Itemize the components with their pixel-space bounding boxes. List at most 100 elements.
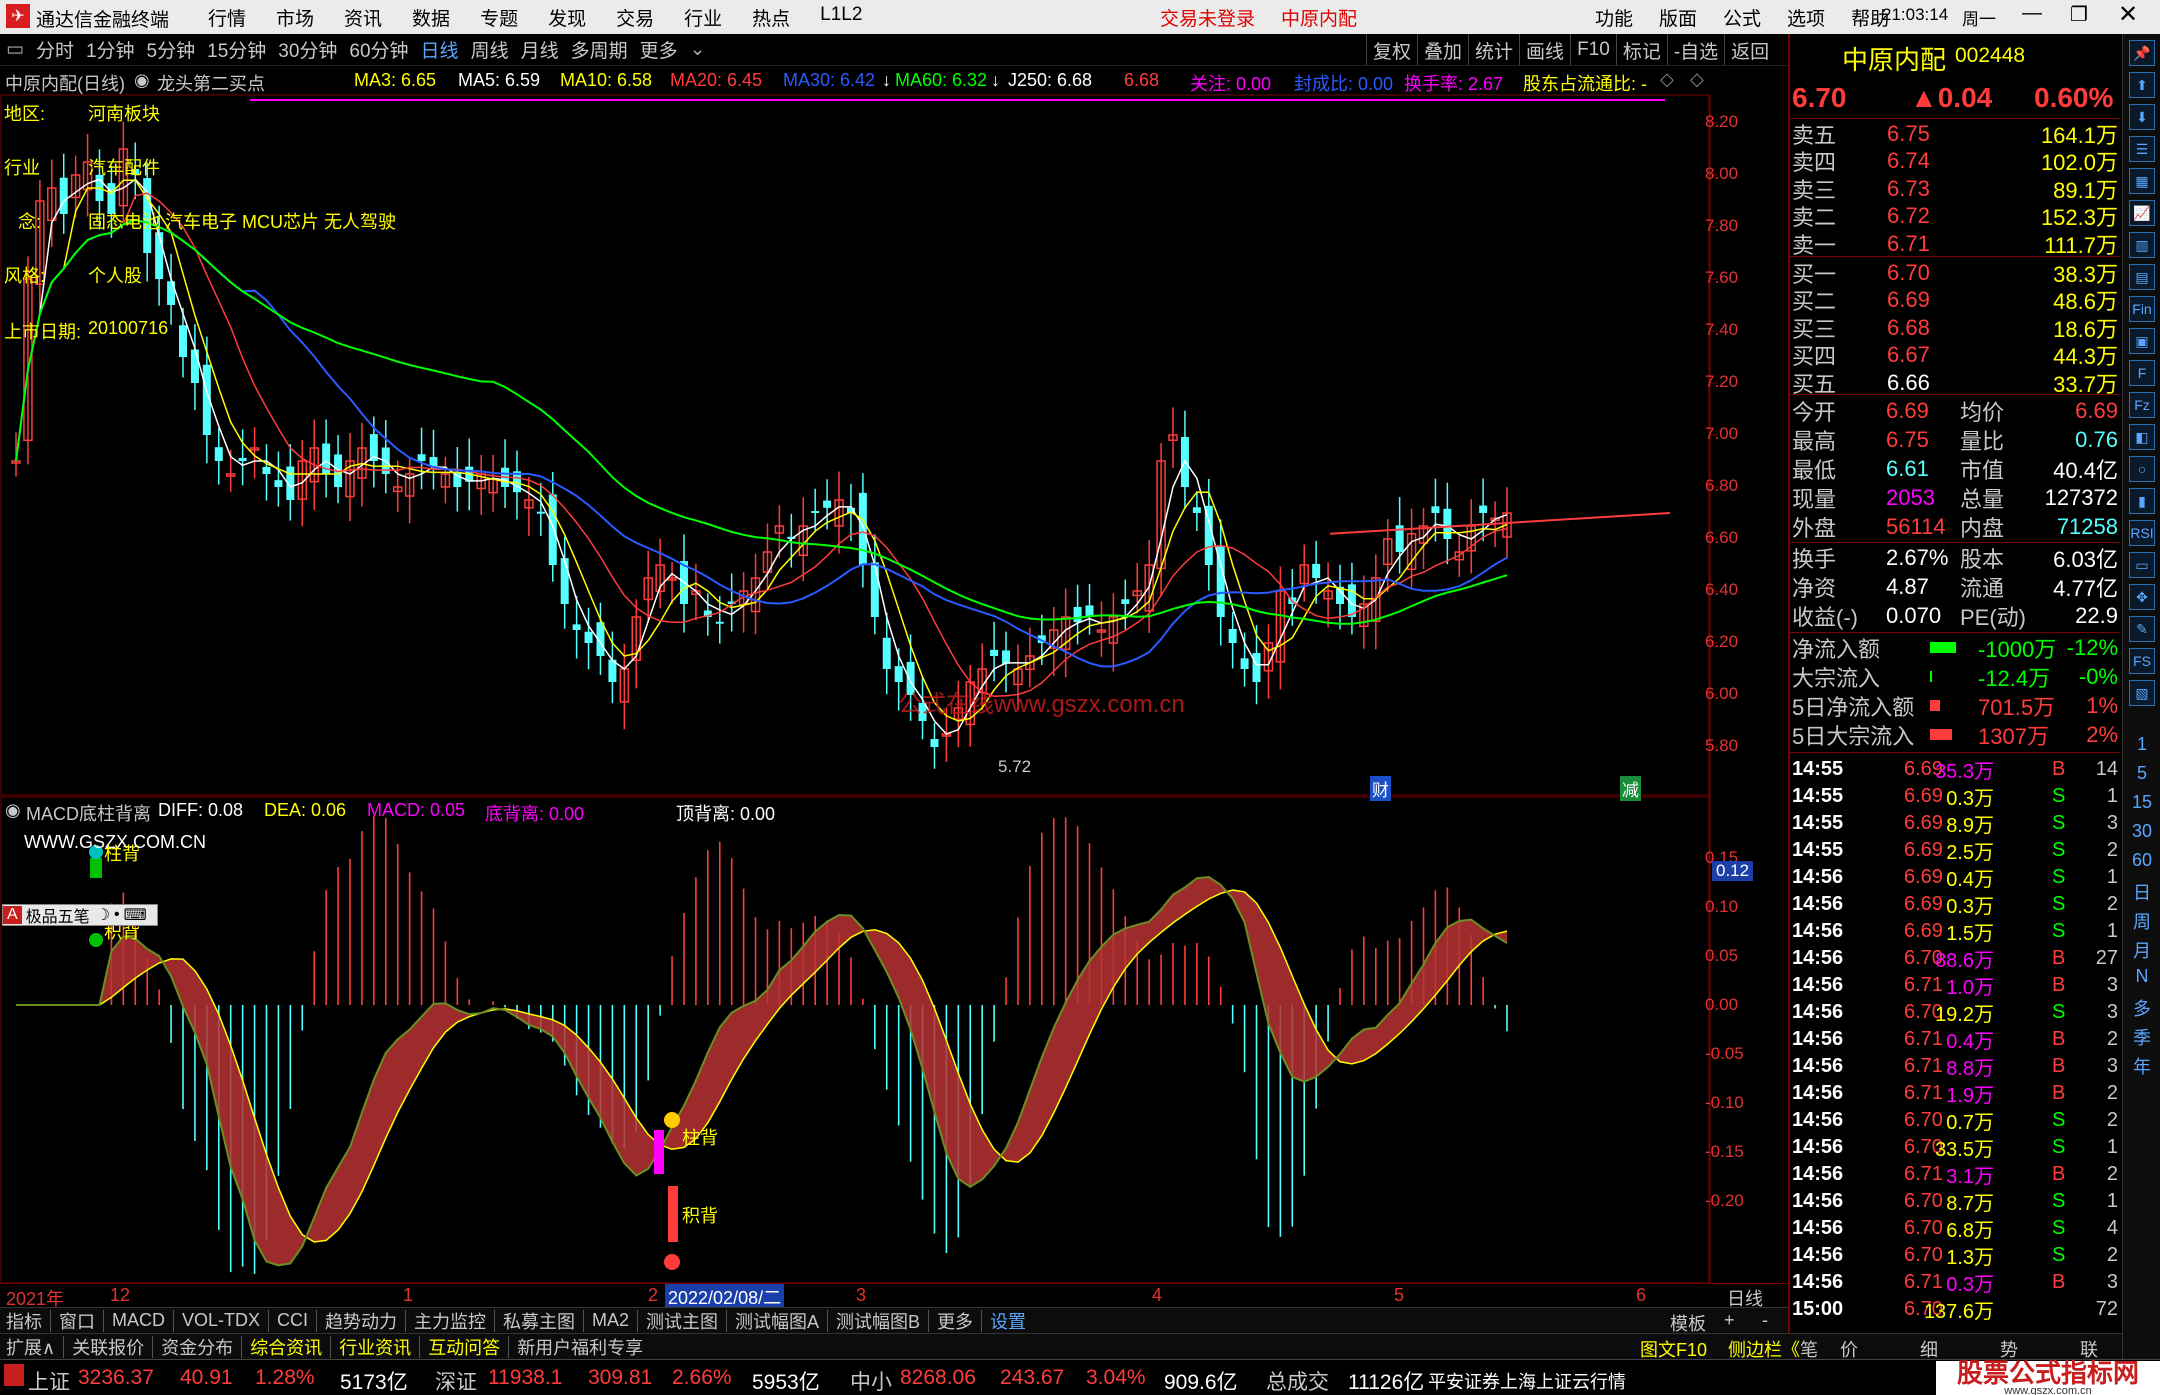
menu-item[interactable]: 选项 — [1787, 4, 1825, 31]
indicator-tab[interactable]: 窗口 — [53, 1308, 101, 1333]
candle-icon[interactable]: ▥ — [2129, 232, 2155, 258]
macd-info-icon[interactable]: ◉ — [5, 800, 21, 821]
period-shortcut[interactable]: 15 — [2127, 792, 2157, 813]
period-shortcut[interactable]: 60 — [2127, 850, 2157, 871]
period-shortcut[interactable]: N — [2127, 966, 2157, 987]
fin-icon[interactable]: Fin — [2129, 296, 2155, 322]
menu-item[interactable]: L1L2 — [820, 4, 862, 31]
tool-button[interactable]: 返回 — [1724, 34, 1775, 65]
expand-icon[interactable]: ▭ — [0, 34, 30, 65]
moon-icon[interactable]: ☽ — [96, 905, 110, 925]
template-button[interactable]: 模板 — [1670, 1310, 1706, 1333]
tool-button[interactable]: 画线 — [1519, 34, 1570, 65]
order-book-row[interactable]: 卖一 6.71 111.7万 — [1790, 230, 2120, 258]
period-tab[interactable]: 分时 — [30, 34, 80, 65]
order-book-row[interactable]: 买五 6.66 33.7万 — [1790, 369, 2120, 397]
bottom-tab[interactable]: 互动问答 — [422, 1334, 506, 1359]
period-tab[interactable]: 5分钟 — [141, 34, 202, 65]
indicator-tab[interactable]: 更多 — [931, 1308, 979, 1333]
indicator-tab[interactable]: 私募主图 — [497, 1308, 581, 1333]
period-shortcut[interactable]: 季 — [2127, 1024, 2157, 1050]
period-tab[interactable]: 60分钟 — [343, 34, 414, 65]
table-icon[interactable]: ▤ — [2129, 264, 2155, 290]
order-book-row[interactable]: 卖四 6.74 102.0万 — [1790, 148, 2120, 175]
bottom-tab[interactable]: 资金分布 — [155, 1334, 239, 1359]
menu-item[interactable]: 行情 — [208, 4, 246, 31]
indicator-tab[interactable]: 测试幅图B — [830, 1308, 926, 1333]
sh-label[interactable]: 上证 — [28, 1366, 70, 1395]
fz-icon[interactable]: Fz — [2129, 392, 2155, 418]
period-tab[interactable]: 1分钟 — [80, 34, 141, 65]
restore-icon[interactable]: ❐ — [2070, 2, 2088, 27]
order-book-row[interactable]: 卖三 6.73 89.1万 — [1790, 175, 2120, 203]
period-tab-active[interactable]: 日线 — [415, 34, 465, 65]
formula-icon[interactable]: ◉ — [134, 70, 150, 91]
settings-tab[interactable]: 设置 — [984, 1308, 1032, 1333]
period-shortcut[interactable]: 月 — [2127, 937, 2157, 963]
indicator-tab[interactable]: 趋势动力 — [319, 1308, 403, 1333]
bottom-tab[interactable]: 综合资讯 — [244, 1334, 328, 1359]
arrow-up-icon[interactable]: ⬆ — [2129, 72, 2155, 98]
panel-tab[interactable]: 笔 — [1800, 1336, 1818, 1359]
tool-button[interactable]: 统计 — [1468, 34, 1519, 65]
trend-icon[interactable]: 📈 — [2129, 200, 2155, 226]
period-tab[interactable]: 多周期 — [565, 34, 634, 65]
order-book-row[interactable]: 买一 6.70 38.3万 — [1790, 259, 2120, 287]
rsi-icon[interactable]: RSI — [2129, 520, 2155, 546]
menu-item[interactable]: 发现 — [548, 4, 586, 31]
close-icon[interactable]: ✕ — [2118, 0, 2138, 29]
menu-item[interactable]: 数据 — [412, 4, 450, 31]
sidebar-toggle[interactable]: 侧边栏《 — [1728, 1336, 1800, 1359]
period-shortcut[interactable]: 年 — [2127, 1053, 2157, 1079]
period-shortcut[interactable]: 1 — [2127, 734, 2157, 755]
macd-title[interactable]: MACD底柱背离 — [26, 800, 151, 826]
diamond-icon[interactable]: ◇ — [1660, 69, 1674, 90]
zx-label[interactable]: 中小 — [850, 1366, 892, 1395]
indicator-tab[interactable]: VOL-TDX — [176, 1308, 266, 1333]
remove-window-button[interactable]: - — [1762, 1310, 1768, 1331]
news-ticker[interactable]: 平安证券上海上证云行情 — [1428, 1368, 1626, 1394]
keyboard-icon[interactable]: ⌨ — [124, 905, 147, 925]
minimize-icon[interactable]: — — [2022, 2, 2042, 25]
indicator-tab[interactable]: CCI — [271, 1308, 314, 1333]
formula-name[interactable]: 龙头第二买点 — [157, 70, 265, 94]
indicator-tab[interactable]: 指标 — [0, 1308, 48, 1333]
indicator-tab[interactable]: 测试幅图A — [729, 1308, 825, 1333]
order-book-row[interactable]: 买三 6.68 18.6万 — [1790, 314, 2120, 342]
menu-item[interactable]: 行业 — [684, 4, 722, 31]
menu-item[interactable]: 资讯 — [344, 4, 382, 31]
ime-toolbox[interactable]: A 极品五笔 ☽ • ⌨ — [2, 904, 158, 926]
add-window-button[interactable]: + — [1724, 1310, 1735, 1331]
reduce-marker[interactable]: 减 — [1620, 776, 1641, 801]
dot-icon[interactable]: • — [114, 906, 120, 924]
period-shortcut[interactable]: 多 — [2127, 995, 2157, 1021]
list-icon[interactable]: ☰ — [2129, 136, 2155, 162]
period-shortcut[interactable]: 5 — [2127, 763, 2157, 784]
bottom-tab[interactable]: 新用户福利专享 — [511, 1334, 649, 1359]
finance-marker[interactable]: 财 — [1370, 776, 1391, 801]
panel-tab[interactable]: 势 — [2000, 1336, 2018, 1359]
menu-item[interactable]: 市场 — [276, 4, 314, 31]
chevron-down-icon[interactable]: ⌄ — [684, 34, 712, 65]
bottom-tab[interactable]: 行业资讯 — [333, 1334, 417, 1359]
period-tab[interactable]: 月线 — [515, 34, 565, 65]
diamond-icon[interactable]: ◇ — [1690, 69, 1704, 90]
period-tab[interactable]: 30分钟 — [272, 34, 343, 65]
bottom-tab[interactable]: 关联报价 — [66, 1334, 150, 1359]
move-icon[interactable]: ✥ — [2129, 584, 2155, 610]
pin-icon[interactable]: 📌 — [2129, 40, 2155, 66]
indicator-tab[interactable]: MA2 — [586, 1308, 635, 1333]
bars-icon[interactable]: ▮ — [2129, 488, 2155, 514]
panel-tab[interactable]: 联 — [2080, 1336, 2098, 1359]
expand-button[interactable]: 扩展∧ — [0, 1334, 61, 1359]
sz-label[interactable]: 深证 — [435, 1366, 477, 1395]
tool-button[interactable]: 标记 — [1615, 34, 1667, 65]
tool-button[interactable]: 叠加 — [1417, 34, 1468, 65]
indicator-tab[interactable]: MACD — [106, 1308, 171, 1333]
menu-item[interactable]: 版面 — [1659, 4, 1697, 31]
period-shortcut[interactable]: 周 — [2127, 908, 2157, 934]
period-shortcut[interactable]: 日 — [2127, 879, 2157, 905]
period-tab[interactable]: 周线 — [465, 34, 515, 65]
period-shortcut[interactable]: 30 — [2127, 821, 2157, 842]
period-tab[interactable]: 15分钟 — [201, 34, 272, 65]
